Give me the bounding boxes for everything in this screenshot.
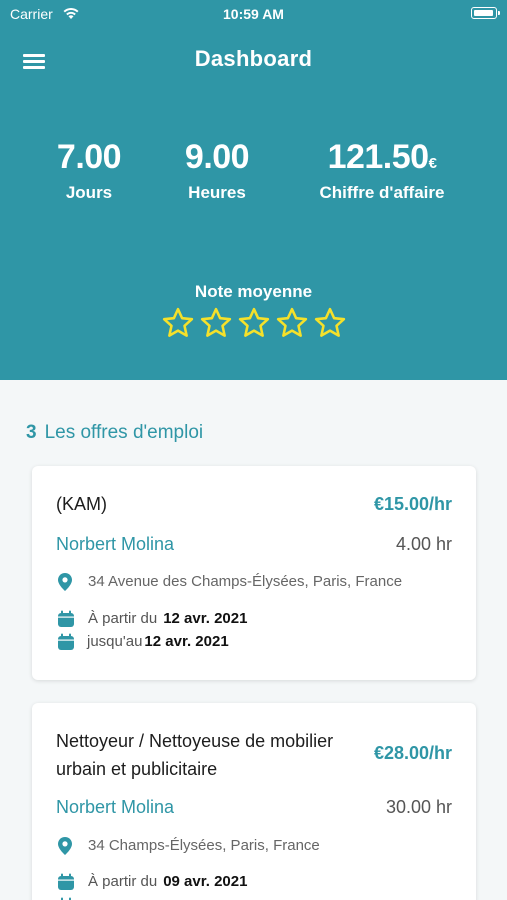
start-date-label: À partir du bbox=[88, 610, 158, 627]
stat-days: 7.00 Jours bbox=[38, 138, 140, 203]
employer-name[interactable]: Norbert Molina bbox=[56, 534, 174, 555]
job-address: 34 Champs-Élysées, Paris, France bbox=[88, 837, 320, 854]
job-title: (KAM) bbox=[56, 494, 107, 514]
rating-stars bbox=[0, 306, 507, 344]
status-time: 10:59 AM bbox=[223, 6, 284, 22]
stat-revenue-unit: € bbox=[428, 155, 437, 172]
location-pin-icon bbox=[58, 573, 72, 591]
offers-heading: 3 Les offres d'emploi bbox=[26, 422, 203, 444]
page-title: Dashboard bbox=[194, 46, 313, 71]
job-title: Nettoyeur / Nettoyeuse de mobilier urbai… bbox=[56, 727, 333, 783]
start-date-label: À partir du bbox=[88, 873, 158, 890]
job-rate: €15.00/hr bbox=[373, 494, 452, 514]
stat-revenue-value: 121.50€ bbox=[306, 138, 458, 177]
star-icon[interactable] bbox=[199, 306, 233, 340]
end-date: 12 avr. 2021 bbox=[144, 633, 229, 650]
rating-label: Note moyenne bbox=[194, 282, 313, 301]
stat-hours-label: Heures bbox=[188, 183, 246, 202]
job-address: 34 Avenue des Champs-Élysées, Paris, Fra… bbox=[88, 573, 403, 590]
star-icon[interactable] bbox=[275, 306, 309, 340]
employer-name[interactable]: Norbert Molina bbox=[56, 797, 174, 818]
stat-hours-value: 9.00 bbox=[184, 138, 250, 176]
dashboard-header: Carrier 10:59 AM Dashboard 7.00 Jours 9.… bbox=[0, 0, 507, 380]
job-rate: €28.00/hr bbox=[373, 743, 452, 763]
offers-count: 3 bbox=[26, 422, 37, 443]
stat-hours: 9.00 Heures bbox=[166, 138, 268, 203]
calendar-icon bbox=[58, 873, 74, 890]
job-hours: 4.00 hr bbox=[395, 534, 452, 554]
job-offer-card[interactable]: Nettoyeur / Nettoyeuse de mobilier urbai… bbox=[32, 703, 476, 900]
stat-revenue-label: Chiffre d'affaire bbox=[319, 183, 445, 202]
stat-days-label: Jours bbox=[65, 183, 113, 202]
start-date: 09 avr. 2021 bbox=[163, 873, 248, 890]
location-pin-icon bbox=[58, 837, 72, 855]
calendar-icon bbox=[58, 633, 74, 650]
start-date-line: À partir du 09 avr. 2021 bbox=[88, 873, 247, 890]
stat-days-value: 7.00 bbox=[56, 138, 122, 176]
status-bar: Carrier 10:59 AM bbox=[0, 0, 507, 28]
offers-title: Les offres d'emploi bbox=[44, 422, 204, 443]
job-title-line: Nettoyeur / Nettoyeuse de mobilier bbox=[56, 731, 334, 751]
star-icon[interactable] bbox=[237, 306, 271, 340]
calendar-icon bbox=[58, 610, 74, 627]
job-hours: 30.00 hr bbox=[385, 797, 452, 817]
stat-revenue: 121.50€ Chiffre d'affaire bbox=[306, 138, 458, 203]
end-date-label: jusqu'au bbox=[87, 633, 143, 650]
end-date-line: jusqu'au 12 avr. 2021 bbox=[87, 633, 229, 650]
star-icon[interactable] bbox=[313, 306, 347, 340]
start-date-line: À partir du 12 avr. 2021 bbox=[88, 610, 247, 627]
stat-revenue-amount: 121.50 bbox=[327, 138, 430, 176]
battery-icon bbox=[471, 7, 500, 19]
job-title-line: urbain et publicitaire bbox=[56, 759, 218, 779]
job-offer-card[interactable]: (KAM) €15.00/hr Norbert Molina 4.00 hr 3… bbox=[32, 466, 476, 680]
start-date: 12 avr. 2021 bbox=[163, 610, 248, 627]
star-icon[interactable] bbox=[161, 306, 195, 340]
